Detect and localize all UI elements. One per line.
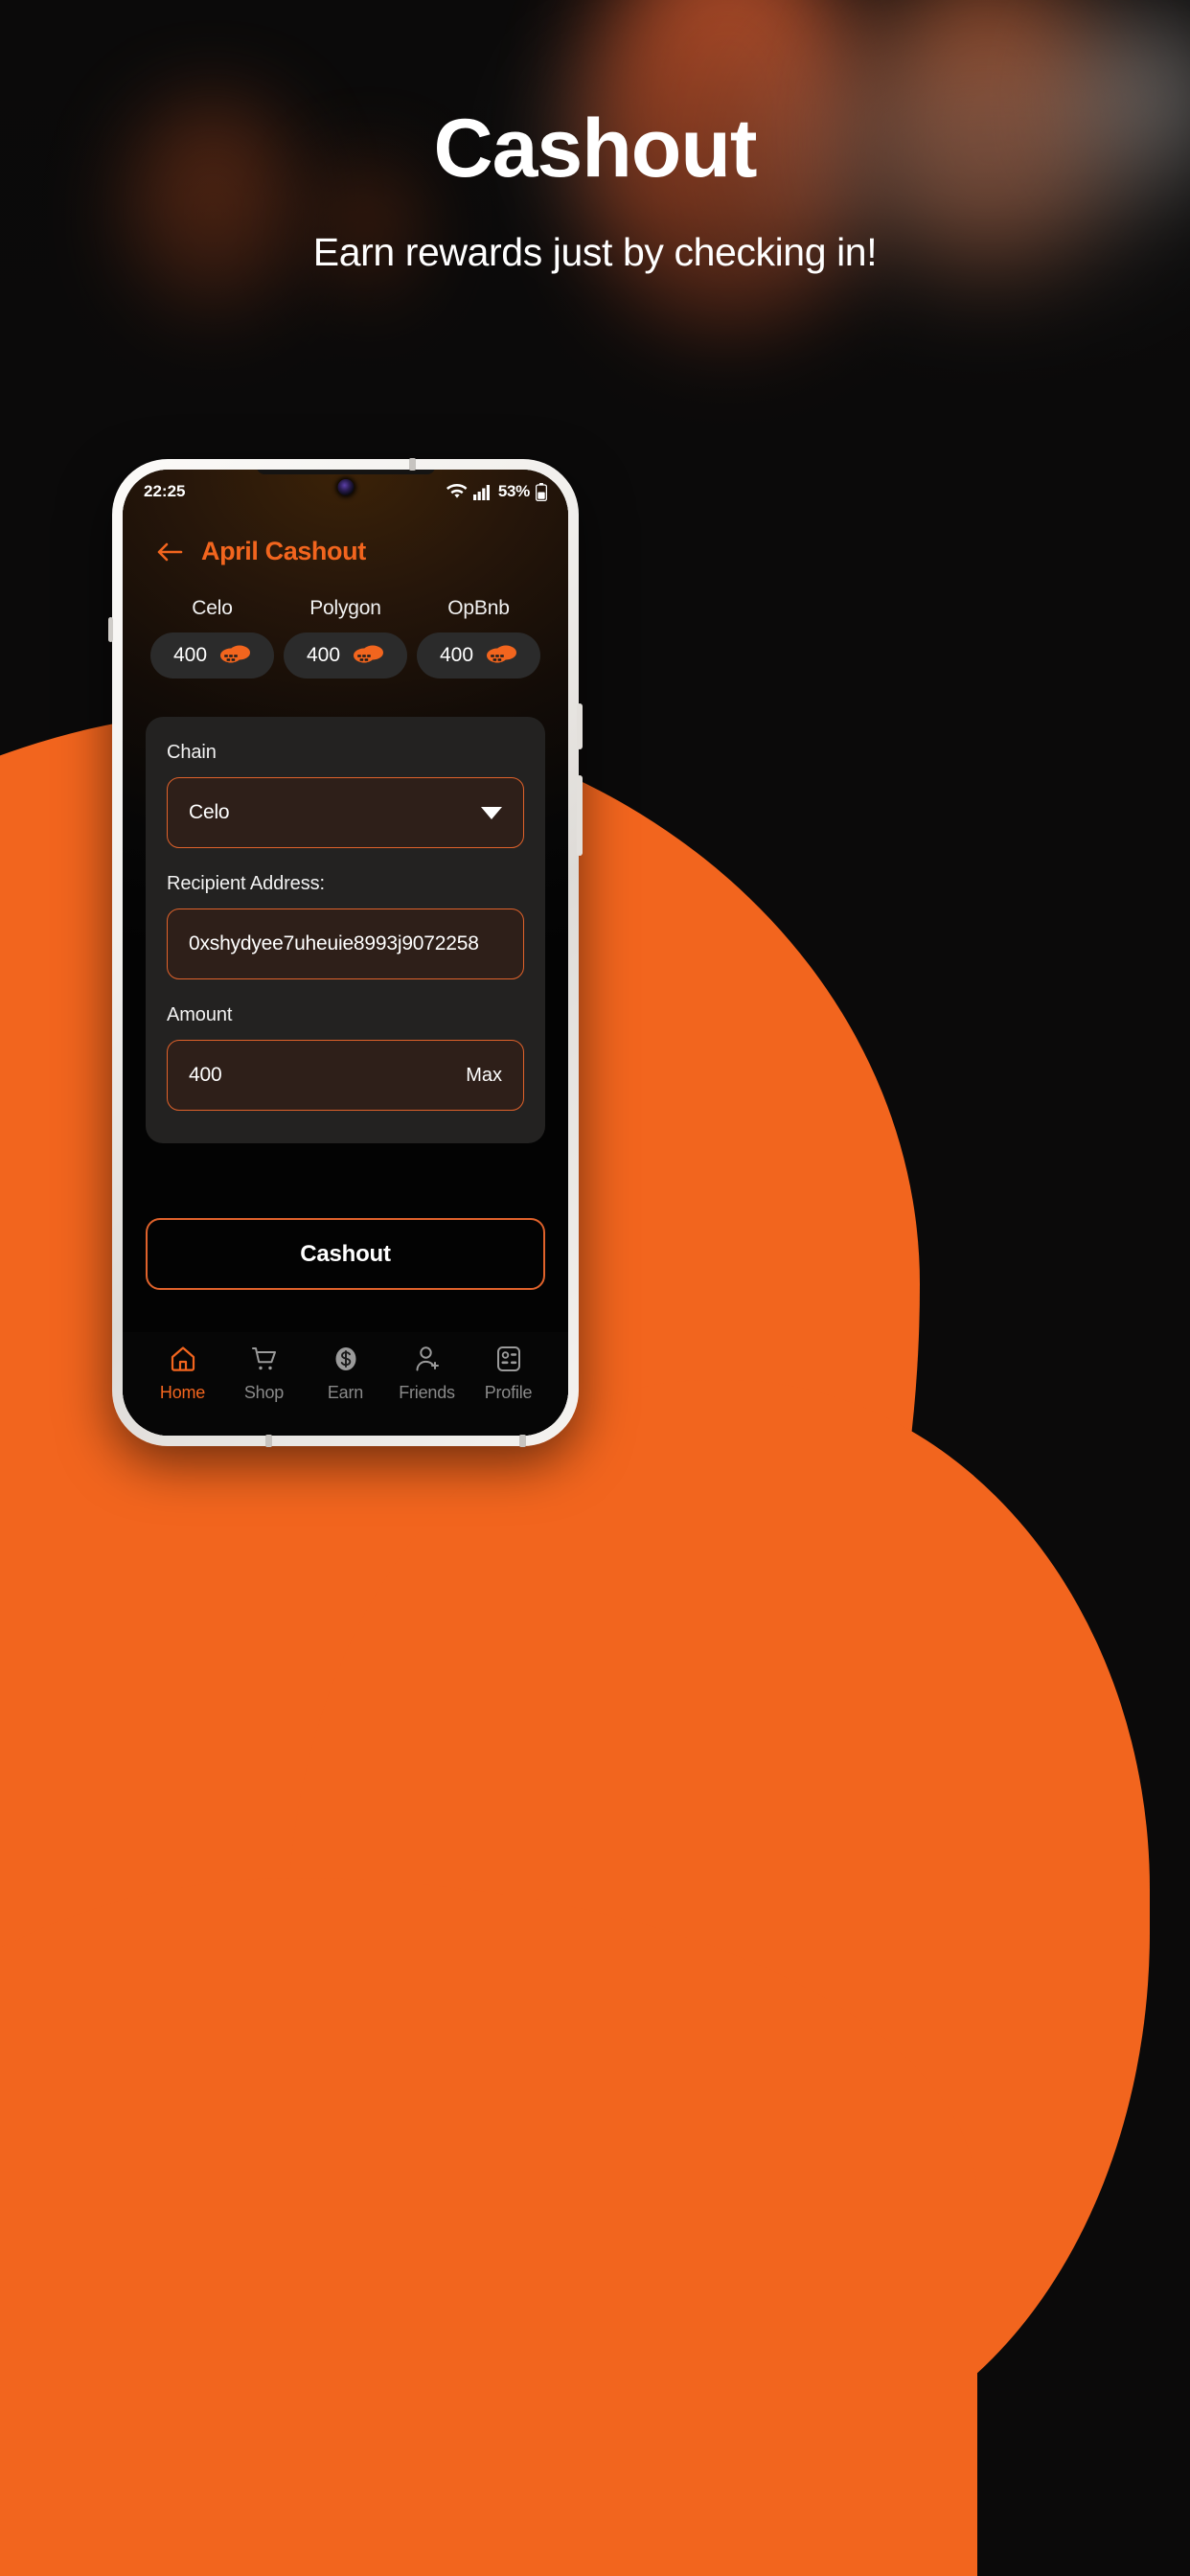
page-subtitle: Earn rewards just by checking in! bbox=[312, 230, 878, 274]
page-title: Cashout bbox=[433, 103, 758, 195]
bottom-navigation-bar: Home Shop Earn Friends Profile bbox=[123, 1332, 568, 1436]
nav-label: Profile bbox=[484, 1383, 533, 1402]
volume-button[interactable] bbox=[577, 775, 583, 856]
cashout-button[interactable]: Cashout bbox=[146, 1218, 545, 1290]
frame-seam bbox=[519, 1435, 526, 1447]
app-screen: 22:25 53% April Cashout Celo 400 Polygon… bbox=[123, 470, 568, 1436]
primary-action-wrap: Cashout bbox=[123, 1218, 568, 1290]
coins-icon bbox=[219, 643, 251, 669]
cashout-form-card: Chain Celo Recipient Address: 0xshydyee7… bbox=[146, 717, 545, 1143]
chain-balance-value: 400 bbox=[439, 644, 474, 666]
nav-label: Home bbox=[159, 1383, 206, 1402]
chain-balance-polygon[interactable]: Polygon 400 bbox=[279, 597, 412, 678]
battery-percent-label: 53% bbox=[497, 482, 530, 500]
chain-balance-chip[interactable]: 400 bbox=[149, 632, 275, 678]
nav-item-friends[interactable]: Friends bbox=[386, 1344, 468, 1403]
chain-balances-row: Celo 400 Polygon 400 OpBnb 400 bbox=[123, 566, 568, 678]
status-bar: 22:25 53% bbox=[123, 470, 568, 514]
max-button[interactable]: Max bbox=[466, 1065, 502, 1087]
chain-balance-celo[interactable]: Celo 400 bbox=[146, 597, 279, 678]
chain-balance-opbnb[interactable]: OpBnb 400 bbox=[412, 597, 545, 678]
chain-select-value: Celo bbox=[189, 801, 230, 823]
app-bar-title: April Cashout bbox=[201, 537, 366, 565]
chain-name-label: Celo bbox=[192, 597, 233, 619]
recipient-address-label: Recipient Address: bbox=[167, 873, 325, 894]
chain-name-label: Polygon bbox=[309, 597, 381, 619]
amount-label: Amount bbox=[167, 1004, 233, 1025]
status-bar-time: 22:25 bbox=[144, 482, 186, 500]
chain-field-label: Chain bbox=[167, 742, 217, 763]
coins-icon bbox=[486, 643, 517, 669]
home-icon bbox=[168, 1344, 198, 1374]
nav-label: Earn bbox=[327, 1383, 364, 1402]
nav-label: Friends bbox=[399, 1383, 455, 1402]
chain-balance-chip[interactable]: 400 bbox=[416, 632, 541, 678]
id-card-icon bbox=[493, 1344, 524, 1374]
frame-seam bbox=[265, 1435, 272, 1447]
nav-item-shop[interactable]: Shop bbox=[223, 1344, 305, 1403]
wifi-icon bbox=[446, 483, 468, 500]
nav-item-earn[interactable]: Earn bbox=[305, 1344, 386, 1403]
screenshot-stage: Cashout Earn rewards just by checking in… bbox=[0, 0, 1190, 2576]
chain-select[interactable]: Celo bbox=[167, 777, 524, 848]
chain-balance-chip[interactable]: 400 bbox=[283, 632, 408, 678]
recipient-address-input[interactable]: 0xshydyee7uheuie8993j9072258 bbox=[167, 908, 524, 979]
earpiece-speaker bbox=[256, 470, 435, 474]
recipient-address-value: 0xshydyee7uheuie8993j9072258 bbox=[189, 932, 479, 954]
cart-icon bbox=[249, 1344, 280, 1374]
phone-screen-bezel: 22:25 53% April Cashout Celo 400 Polygon… bbox=[123, 470, 568, 1436]
dollar-coin-icon bbox=[331, 1344, 361, 1374]
status-bar-indicators: 53% bbox=[446, 482, 547, 501]
left-side-button[interactable] bbox=[108, 617, 113, 642]
nav-item-home[interactable]: Home bbox=[142, 1344, 223, 1403]
amount-value: 400 bbox=[189, 1064, 222, 1086]
person-add-icon bbox=[412, 1344, 443, 1374]
amount-input[interactable]: 400 Max bbox=[167, 1040, 524, 1111]
chain-name-label: OpBnb bbox=[447, 597, 510, 619]
chain-balance-value: 400 bbox=[306, 644, 341, 666]
coins-icon bbox=[353, 643, 384, 669]
nav-label: Shop bbox=[243, 1383, 285, 1402]
power-button[interactable] bbox=[577, 703, 583, 749]
cellular-signal-icon bbox=[472, 484, 492, 500]
chain-balance-value: 400 bbox=[172, 644, 208, 666]
frame-seam bbox=[409, 458, 416, 471]
battery-icon bbox=[536, 482, 547, 501]
back-arrow-icon[interactable] bbox=[155, 538, 184, 566]
nav-item-profile[interactable]: Profile bbox=[468, 1344, 549, 1403]
chevron-down-icon bbox=[481, 806, 502, 819]
app-bar: April Cashout bbox=[123, 514, 568, 566]
punch-hole-camera-icon bbox=[337, 479, 354, 495]
hero-section: Cashout Earn rewards just by checking in… bbox=[0, 0, 1190, 275]
phone-device-frame: 22:25 53% April Cashout Celo 400 Polygon… bbox=[108, 458, 583, 1447]
